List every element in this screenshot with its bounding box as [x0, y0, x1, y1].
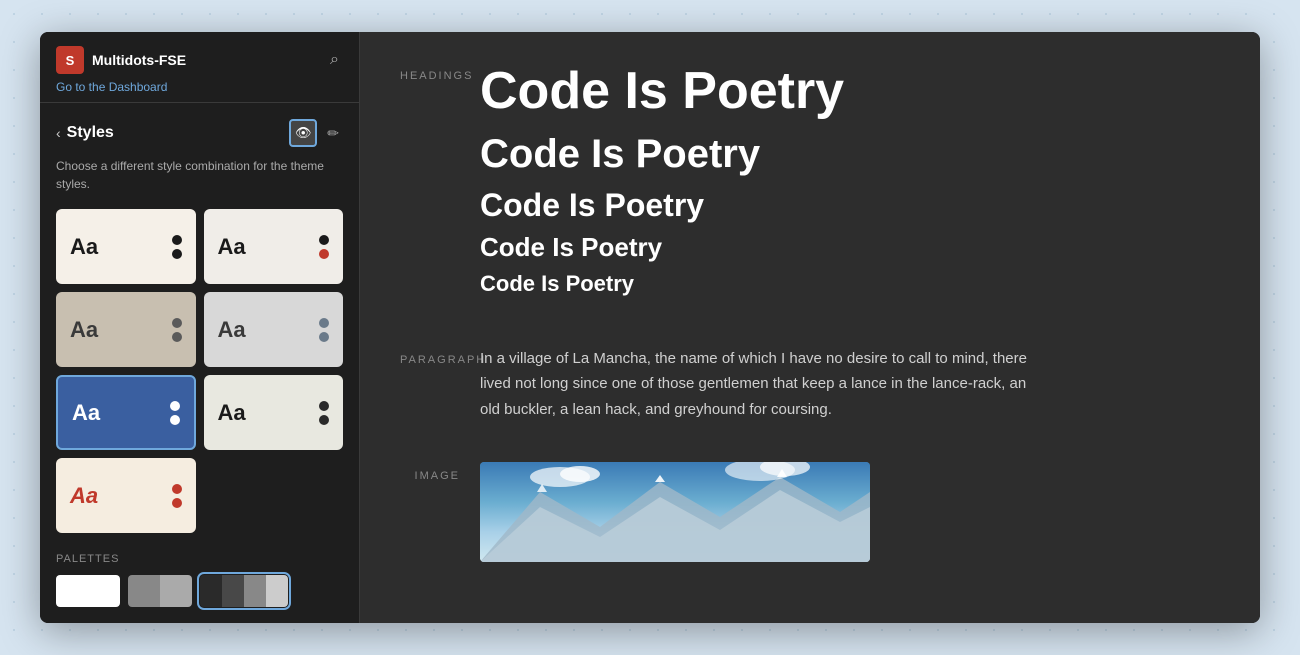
styles-icons: 👁 ✏: [289, 119, 343, 147]
palettes-section: PALETTES: [56, 553, 343, 607]
style-grid: Aa Aa: [56, 209, 343, 533]
dots-2: [319, 235, 329, 259]
wp-logo: S: [56, 46, 84, 74]
image-content: [480, 462, 1220, 562]
style-aa-1: Aa: [70, 234, 98, 260]
headings-content: Code Is Poetry Code Is Poetry Code Is Po…: [480, 62, 1220, 306]
paragraph-label: PARAGRAPH: [400, 354, 486, 366]
style-aa-5: Aa: [72, 400, 100, 426]
dot-1-2: [172, 249, 182, 259]
styles-header: ‹ Styles 👁 ✏: [56, 119, 343, 147]
style-card-7[interactable]: Aa: [56, 458, 196, 533]
heading-h5: Code Is Poetry: [480, 271, 1220, 297]
app-name: Multidots-FSE: [92, 52, 186, 68]
mountain-image: [480, 462, 870, 562]
dot-6-1: [319, 401, 329, 411]
dot-7-1: [172, 484, 182, 494]
palettes-row: [56, 575, 343, 607]
back-button[interactable]: ‹ Styles: [56, 124, 114, 142]
styles-description: Choose a different style combination for…: [56, 157, 343, 193]
dashboard-link[interactable]: Go to the Dashboard: [56, 80, 343, 94]
heading-h1: Code Is Poetry: [480, 62, 1220, 122]
dots-7: [172, 484, 182, 508]
style-aa-6: Aa: [218, 400, 246, 426]
dot-5-2: [170, 415, 180, 425]
style-aa-2: Aa: [218, 234, 246, 260]
heading-h4: Code Is Poetry: [480, 232, 1220, 263]
dot-6-2: [319, 415, 329, 425]
dot-1-1: [172, 235, 182, 245]
paragraph-text: In a village of La Mancha, the name of w…: [480, 346, 1040, 423]
sidebar-body: ‹ Styles 👁 ✏ Choose a different style co…: [40, 103, 359, 623]
heading-h2: Code Is Poetry: [480, 130, 1220, 178]
styles-title: Styles: [67, 124, 114, 142]
dots-3: [172, 318, 182, 342]
dot-4-1: [319, 318, 329, 328]
dot-7-2: [172, 498, 182, 508]
style-card-4[interactable]: Aa: [204, 292, 344, 367]
dots-4: [319, 318, 329, 342]
palettes-label: PALETTES: [56, 553, 343, 565]
style-card-3[interactable]: Aa: [56, 292, 196, 367]
image-section: IMAGE: [400, 462, 1220, 562]
main-content: HEADINGS Code Is Poetry Code Is Poetry C…: [360, 32, 1260, 623]
paragraph-label-col: PARAGRAPH: [400, 346, 460, 368]
back-arrow-icon: ‹: [56, 125, 61, 141]
palette-3[interactable]: [200, 575, 288, 607]
sidebar-top-bar: S Multidots-FSE ⌕: [56, 46, 343, 74]
dot-2-2: [319, 249, 329, 259]
dots-6: [319, 401, 329, 425]
sidebar-header: S Multidots-FSE ⌕ Go to the Dashboard: [40, 32, 359, 103]
dot-5-1: [170, 401, 180, 411]
image-label: IMAGE: [415, 470, 460, 482]
style-aa-7: Aa: [70, 483, 98, 509]
sidebar: S Multidots-FSE ⌕ Go to the Dashboard ‹ …: [40, 32, 360, 623]
heading-h3: Code Is Poetry: [480, 186, 1220, 224]
dot-4-2: [319, 332, 329, 342]
style-aa-4: Aa: [218, 317, 246, 343]
dots-1: [172, 235, 182, 259]
sidebar-logo-area: S Multidots-FSE: [56, 46, 186, 74]
image-placeholder: [480, 462, 870, 562]
palette-1[interactable]: [56, 575, 120, 607]
preview-button[interactable]: 👁: [289, 119, 317, 147]
style-card-1[interactable]: Aa: [56, 209, 196, 284]
style-card-6[interactable]: Aa: [204, 375, 344, 450]
headings-label-col: HEADINGS: [400, 62, 460, 84]
dot-3-1: [172, 318, 182, 328]
dot-2-1: [319, 235, 329, 245]
browser-window: S Multidots-FSE ⌕ Go to the Dashboard ‹ …: [40, 32, 1260, 623]
style-aa-3: Aa: [70, 317, 98, 343]
style-card-2[interactable]: Aa: [204, 209, 344, 284]
image-label-col: IMAGE: [400, 462, 460, 484]
dots-5: [170, 401, 180, 425]
paragraph-content: In a village of La Mancha, the name of w…: [480, 346, 1220, 423]
palette-2[interactable]: [128, 575, 192, 607]
paragraph-section: PARAGRAPH In a village of La Mancha, the…: [400, 346, 1220, 423]
search-button[interactable]: ⌕: [326, 47, 343, 73]
headings-section: HEADINGS Code Is Poetry Code Is Poetry C…: [400, 62, 1220, 306]
dot-3-2: [172, 332, 182, 342]
style-card-5[interactable]: Aa: [56, 375, 196, 450]
headings-label: HEADINGS: [400, 70, 473, 82]
edit-button[interactable]: ✏: [323, 123, 343, 144]
